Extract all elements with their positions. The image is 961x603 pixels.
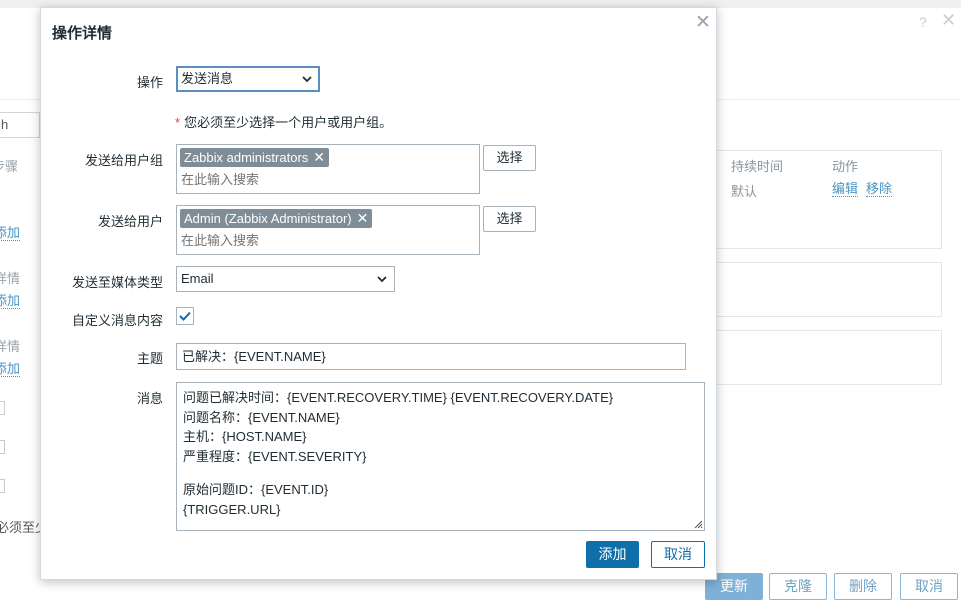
operation-select[interactable]: 发送消息 — [176, 66, 320, 92]
media-type-value: Email — [181, 271, 214, 286]
delete-button[interactable]: 删除 — [834, 573, 892, 600]
steps-label: 步骤 — [0, 159, 19, 174]
details-label: 详情 — [0, 271, 21, 286]
duration-value: 默认 — [731, 184, 758, 199]
add-link[interactable]: 添加 — [0, 225, 21, 241]
required-hint-text: 您必须至少选择一个用户或用户组。 — [184, 115, 393, 130]
close-icon[interactable]: ✕ — [692, 12, 714, 34]
message-textarea[interactable]: 问题已解决时间：{EVENT.RECOVERY.TIME} {EVENT.REC… — [176, 382, 705, 531]
details-label: 详情 — [0, 339, 21, 354]
chip-admin: Admin (Zabbix Administrator) ✕ — [180, 209, 373, 228]
action-header: 动作 — [832, 159, 859, 174]
remove-link[interactable]: 移除 — [866, 181, 893, 197]
message-line: 问题名称：{EVENT.NAME} — [183, 409, 340, 425]
send-to-users-label: 发送给用户 — [97, 214, 163, 229]
chevron-down-icon — [302, 76, 312, 83]
select-user-groups-button[interactable]: 选择 — [483, 145, 536, 171]
operation-label: 操作 — [136, 75, 163, 90]
chip-zabbix-administrators: Zabbix administrators ✕ — [180, 148, 330, 167]
users-search-input[interactable] — [181, 233, 461, 248]
edit-link[interactable]: 编辑 — [832, 181, 859, 197]
required-star: * — [175, 115, 181, 130]
remove-chip-icon[interactable]: ✕ — [357, 210, 369, 226]
message-line: 问题已解决时间：{EVENT.RECOVERY.TIME} {EVENT.REC… — [183, 390, 614, 405]
send-to-groups-label: 发送给用户组 — [84, 153, 163, 168]
user-groups-search-input[interactable] — [181, 172, 461, 187]
select-users-button[interactable]: 选择 — [483, 206, 536, 232]
checkbox[interactable] — [0, 401, 5, 415]
subject-input[interactable]: 已解决：{EVENT.NAME} — [176, 343, 686, 370]
add-link[interactable]: 添加 — [0, 361, 21, 377]
operation-details-dialog: 操作详情 ✕ 操作 发送消息 * 您必须至少选择一个用户或用户组。 发送给用户组 … — [40, 7, 717, 580]
clone-button[interactable]: 克隆 — [769, 573, 827, 600]
message-line: {TRIGGER.URL} — [183, 501, 281, 517]
cancel-button[interactable]: 取消 — [900, 573, 958, 600]
add-button[interactable]: 添加 — [586, 541, 639, 568]
duration-header: 持续时间 — [731, 159, 784, 174]
user-groups-multiselect[interactable]: Zabbix administrators ✕ — [176, 144, 480, 194]
users-multiselect[interactable]: Admin (Zabbix Administrator) ✕ — [176, 205, 480, 255]
cancel-button[interactable]: 取消 — [651, 541, 705, 568]
checkbox[interactable] — [0, 479, 5, 493]
custom-message-label: 自定义消息内容 — [71, 313, 163, 328]
chevron-down-icon — [377, 276, 387, 283]
chip-label: Zabbix administrators — [184, 150, 309, 165]
search-input[interactable]: h — [0, 112, 40, 138]
checkmark-icon — [179, 311, 191, 321]
message-line: 严重程度：{EVENT.SEVERITY} — [183, 448, 367, 464]
custom-message-checkbox[interactable] — [176, 307, 194, 325]
operation-value: 发送消息 — [181, 71, 234, 86]
close-icon[interactable]: ✕ — [941, 10, 956, 31]
resize-handle-icon[interactable] — [693, 519, 703, 529]
chip-label: Admin (Zabbix Administrator) — [184, 211, 352, 226]
remove-chip-icon[interactable]: ✕ — [313, 149, 325, 165]
media-type-select[interactable]: Email — [176, 266, 395, 292]
required-hint: * 您必须至少选择一个用户或用户组。 — [175, 112, 392, 131]
message-line: 主机：{HOST.NAME} — [183, 429, 307, 444]
media-type-label: 发送至媒体类型 — [71, 275, 163, 290]
checkbox[interactable] — [0, 440, 5, 454]
message-line — [183, 466, 698, 480]
dialog-title: 操作详情 — [52, 25, 113, 42]
add-link[interactable]: 添加 — [0, 293, 21, 309]
subject-label: 主题 — [136, 351, 163, 366]
message-line: 原始问题ID：{EVENT.ID} — [183, 482, 329, 497]
message-label: 消息 — [136, 391, 163, 406]
help-icon[interactable]: ? — [919, 14, 927, 30]
recovery-card — [700, 262, 942, 317]
update-card — [700, 330, 942, 385]
